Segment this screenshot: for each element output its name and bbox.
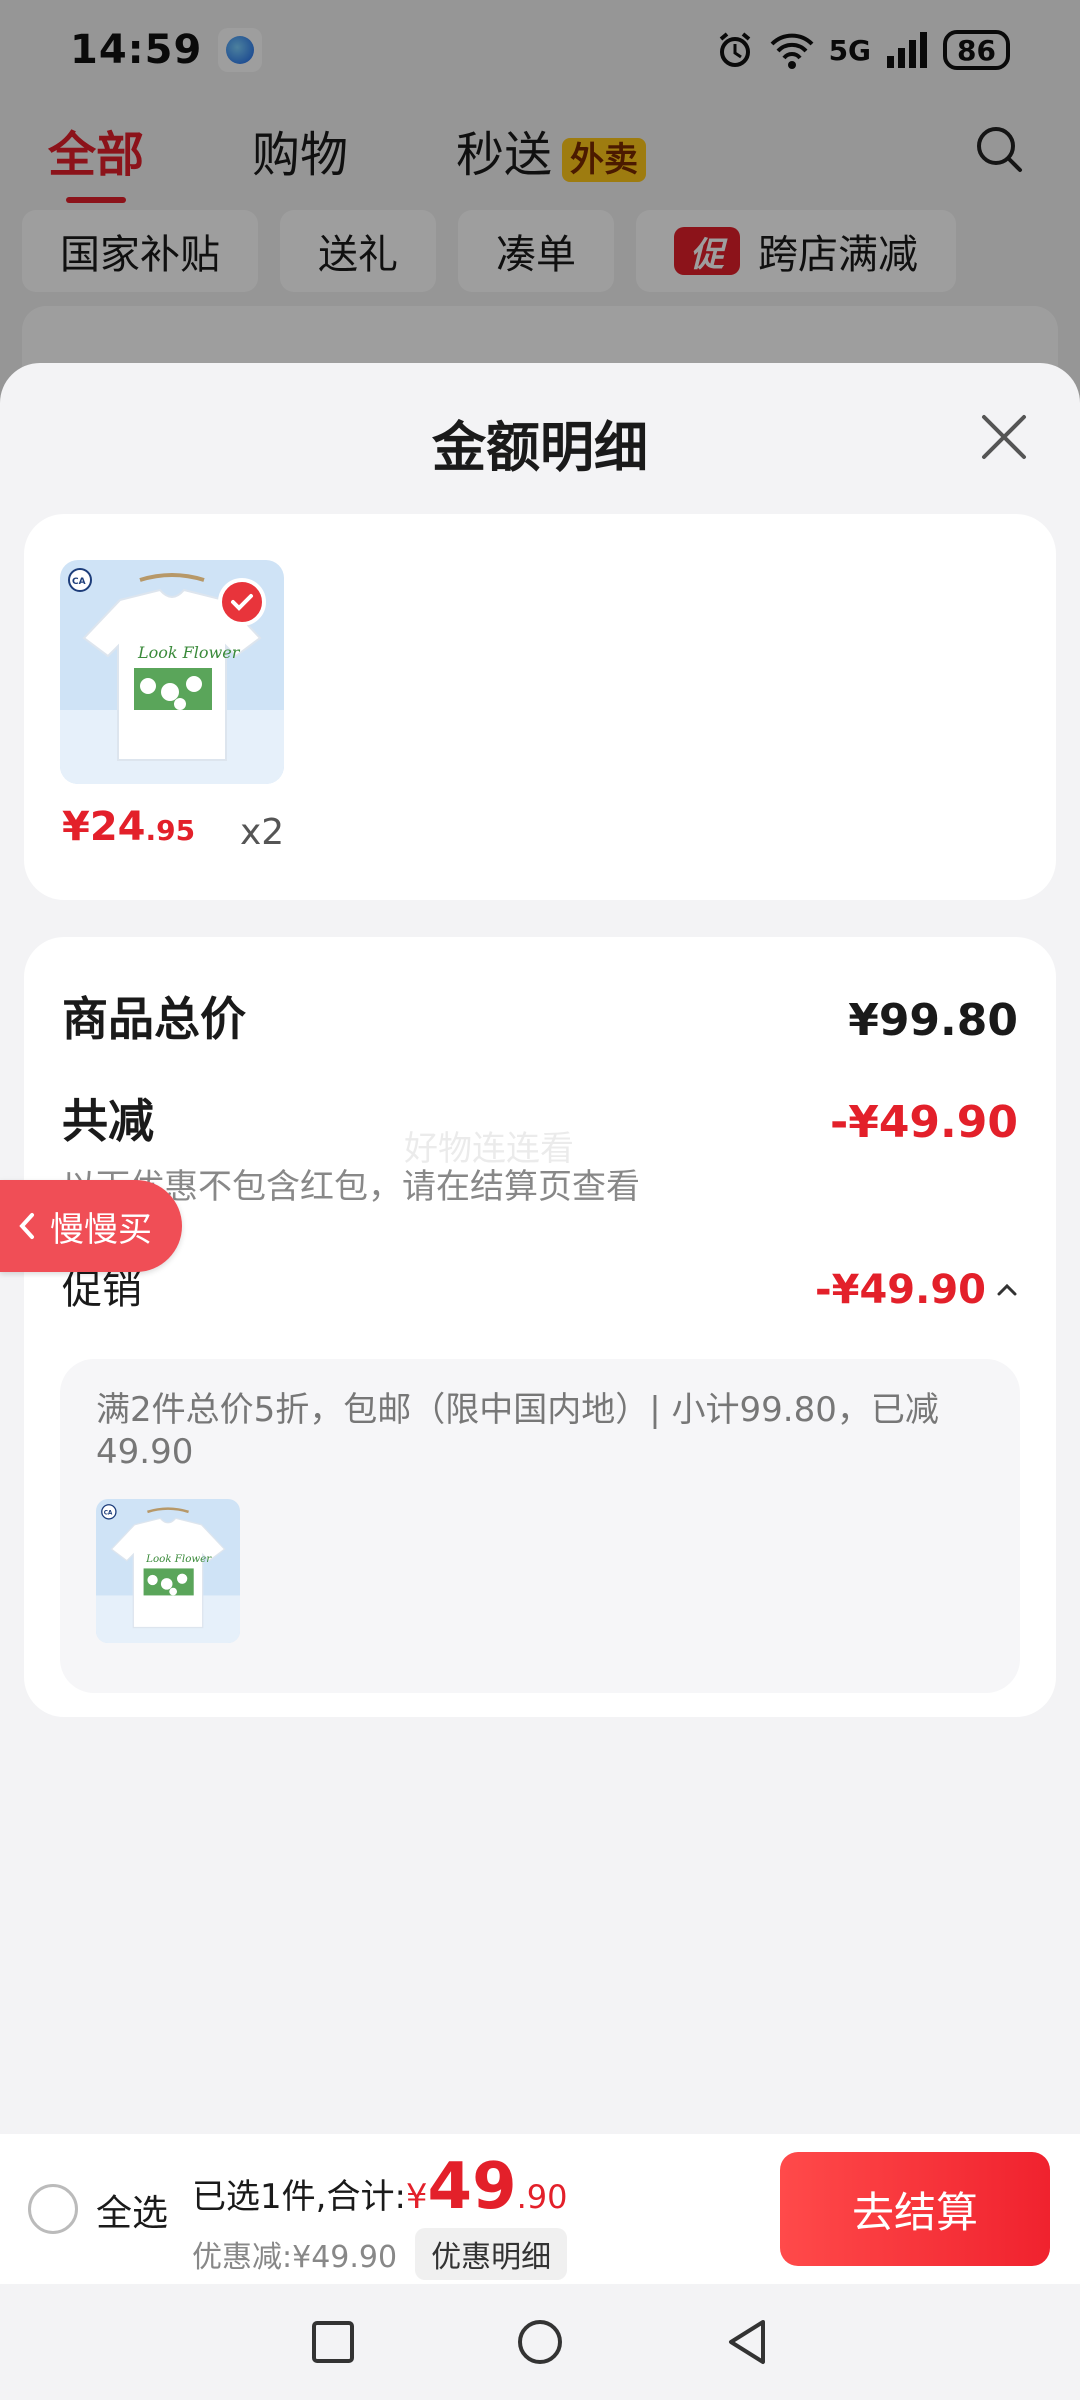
product-quantity: x2 <box>240 812 285 853</box>
tshirt-image-small: Look Flower CA <box>96 1499 240 1643</box>
total-currency: ¥ <box>405 2177 428 2217</box>
product-thumbnail[interactable]: Look Flower CA <box>60 560 284 784</box>
total-amount-int: 49 <box>427 2150 517 2224</box>
total-reduce-amount: -¥49.90 <box>829 1097 1018 1148</box>
select-all-radio[interactable] <box>28 2184 78 2234</box>
total-amount-dec: .90 <box>516 2178 568 2216</box>
svg-text:CA: CA <box>104 1510 113 1516</box>
product-price-int: ¥24 <box>62 804 146 850</box>
checkout-bar: 全选 已选1件,合计: ¥ 49 .90 优惠减:¥49.90 优惠明细 去结算 <box>0 2134 1080 2284</box>
selected-check-icon[interactable] <box>218 578 266 626</box>
slow-buy-label: 慢慢买 <box>50 1209 152 1250</box>
total-reduce-label: 共减 <box>62 1094 154 1148</box>
amount-detail-sheet: 金额明细 Look Flower CA ¥24.95 x2 慢慢买 商品总价 ¥… <box>0 363 1080 2400</box>
chevron-left-icon <box>19 1213 34 1239</box>
nav-home-icon[interactable] <box>515 2317 565 2367</box>
total-price-amount: ¥99.80 <box>848 995 1018 1046</box>
discount-detail-button[interactable]: 优惠明细 <box>415 2228 568 2280</box>
total-price-label: 商品总价 <box>62 992 246 1046</box>
promotion-amount: -¥49.90 <box>815 1267 1018 1313</box>
promotion-detail-box: 满2件总价5折，包邮（限中国内地）| 小计99.80，已减49.90 Look … <box>60 1359 1020 1693</box>
svg-text:Look Flower: Look Flower <box>145 1553 212 1565</box>
svg-text:CA: CA <box>72 577 86 587</box>
svg-text:Look Flower: Look Flower <box>137 643 241 662</box>
product-price-dec: .95 <box>145 814 196 847</box>
slow-buy-tab[interactable]: 慢慢买 <box>0 1180 182 1272</box>
select-all-label[interactable]: 全选 <box>96 2184 168 2236</box>
checkout-button[interactable]: 去结算 <box>780 2152 1050 2266</box>
product-card: Look Flower CA ¥24.95 x2 <box>24 514 1056 900</box>
discount-summary: 优惠减:¥49.90 优惠明细 <box>192 2228 568 2280</box>
system-nav-bar <box>0 2284 1080 2400</box>
nav-recent-icon[interactable] <box>309 2318 357 2366</box>
discount-text: 优惠减:¥49.90 <box>192 2240 398 2275</box>
close-icon[interactable] <box>976 409 1032 465</box>
nav-back-icon[interactable] <box>723 2317 771 2367</box>
selection-summary: 已选1件,合计: ¥ 49 .90 <box>192 2150 568 2224</box>
total-price-row: 商品总价 ¥99.80 <box>62 983 1018 1049</box>
chevron-up-icon[interactable] <box>996 1282 1018 1298</box>
price-detail-card: 商品总价 ¥99.80 共减 -¥49.90 好物连连看 以下优惠不包含红包，请… <box>24 937 1056 1717</box>
selected-count-text: 已选1件,合计: <box>192 2177 406 2217</box>
promotion-product-thumbnail[interactable]: Look Flower CA <box>96 1499 240 1643</box>
promotion-description: 满2件总价5折，包邮（限中国内地）| 小计99.80，已减49.90 <box>96 1390 939 1472</box>
promotion-amount-value: -¥49.90 <box>815 1267 986 1313</box>
sheet-title: 金额明细 <box>432 416 648 479</box>
product-price: ¥24.95 <box>62 804 195 850</box>
promotion-row[interactable]: 促销 -¥49.90 <box>62 1257 1018 1315</box>
